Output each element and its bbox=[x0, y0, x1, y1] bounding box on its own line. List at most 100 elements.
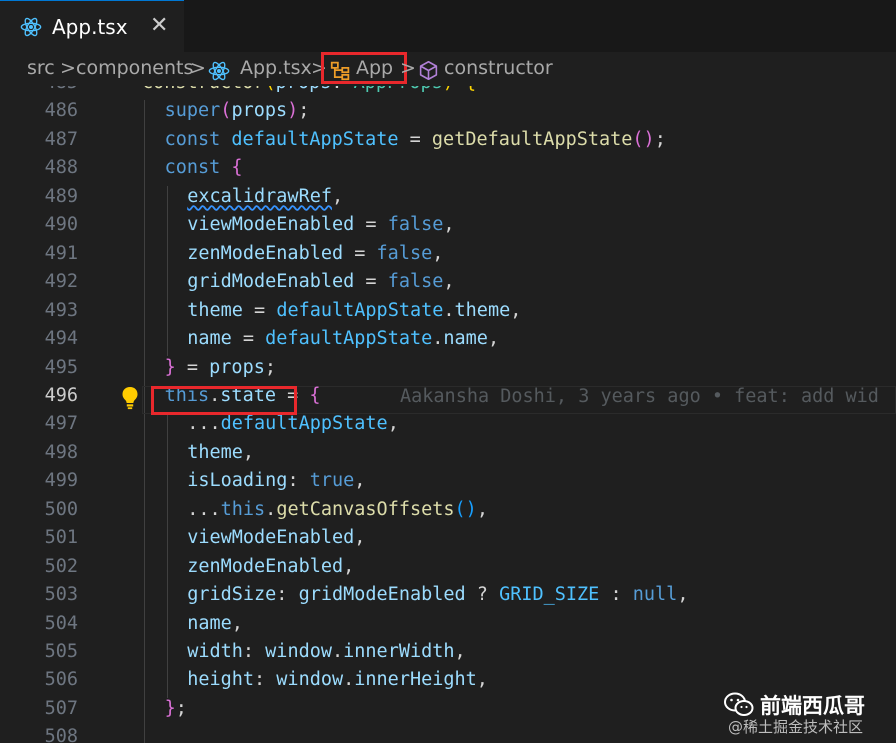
code-token: . bbox=[343, 669, 355, 691]
line-number: 499 bbox=[44, 470, 78, 492]
code-token: : bbox=[242, 641, 266, 662]
code-line: ...this.getCanvasOffsets(), bbox=[187, 499, 488, 520]
code-token: ) bbox=[287, 100, 299, 122]
breadcrumb: src > components > App.tsx > App > const… bbox=[0, 52, 896, 86]
code-editor[interactable]: 485 486 487 488 489 490 491 492 493 494 495 496 497 4… bbox=[0, 86, 896, 743]
code-line: isLoading: true, bbox=[187, 470, 365, 491]
code-token: false bbox=[387, 271, 444, 293]
line-number: 487 bbox=[44, 128, 78, 150]
code-token: innerWidth bbox=[343, 641, 455, 662]
code-token: : bbox=[287, 470, 310, 492]
code-token: GRID_SIZE bbox=[499, 584, 600, 606]
react-icon bbox=[208, 61, 230, 81]
code-token: . bbox=[332, 641, 344, 662]
line-number: 502 bbox=[44, 555, 78, 577]
code-token: ( bbox=[265, 86, 276, 93]
line-number: 490 bbox=[44, 214, 78, 236]
code-token: { bbox=[465, 86, 476, 93]
code-token: height bbox=[187, 669, 255, 691]
breadcrumb-item-app-tsx[interactable]: App.tsx bbox=[240, 57, 312, 79]
line-number: 507 bbox=[44, 697, 78, 719]
code-token: getCanvasOffsets bbox=[276, 498, 455, 520]
code-token: defaultAppState bbox=[231, 128, 399, 150]
highlight-box-this-state bbox=[151, 386, 297, 415]
breadcrumb-item-src[interactable]: src bbox=[27, 57, 55, 79]
line-number: 497 bbox=[44, 413, 78, 435]
code-token: name bbox=[187, 328, 232, 350]
code-token: = bbox=[175, 356, 210, 378]
code-token: { bbox=[231, 157, 243, 179]
line-number: 503 bbox=[44, 584, 78, 606]
code-token: = bbox=[354, 214, 388, 236]
line-number: 493 bbox=[44, 299, 78, 321]
code-token: props bbox=[209, 356, 265, 378]
code-token: ; bbox=[175, 697, 187, 719]
indent-guide bbox=[167, 413, 168, 698]
code-token: theme bbox=[187, 299, 243, 321]
line-number: 486 bbox=[44, 100, 78, 122]
code-token: , bbox=[354, 470, 366, 492]
code-token: , bbox=[443, 271, 455, 293]
code-token: = bbox=[398, 128, 432, 150]
code-token: theme bbox=[187, 441, 243, 463]
code-line: excalidrawRef, bbox=[187, 186, 343, 207]
code-token: defaultAppState bbox=[220, 413, 388, 435]
code-token: defaultAppState bbox=[265, 328, 433, 350]
watermark-site: @稀土掘金技术社区 bbox=[728, 718, 864, 736]
code-line: width: window.innerWidth, bbox=[187, 641, 465, 662]
code-line: const defaultAppState = getDefaultAppSta… bbox=[165, 129, 666, 150]
code-token: width bbox=[187, 641, 243, 662]
breadcrumb-item-components[interactable]: components bbox=[76, 57, 193, 79]
line-number: 489 bbox=[44, 185, 78, 207]
code-token: gridModeEnabled bbox=[187, 271, 355, 293]
code-line: constructor(props: AppProps) { bbox=[142, 86, 476, 93]
line-number: 488 bbox=[44, 157, 78, 179]
code-token: () bbox=[632, 128, 655, 150]
code-token: ( bbox=[220, 100, 232, 122]
code-line: theme, bbox=[187, 442, 254, 463]
code-line: theme = defaultAppState.theme, bbox=[187, 300, 521, 321]
tab-app-tsx[interactable]: App.tsx ✕ bbox=[0, 0, 184, 52]
breadcrumb-separator: > bbox=[400, 57, 416, 79]
line-number: 504 bbox=[44, 612, 78, 634]
line-number: 492 bbox=[44, 271, 78, 293]
code-line: viewModeEnabled, bbox=[187, 527, 365, 548]
breadcrumb-separator: > bbox=[190, 57, 206, 79]
code-token: , bbox=[476, 498, 488, 520]
code-line: } = props; bbox=[165, 357, 276, 378]
line-number: 494 bbox=[44, 328, 78, 350]
code-token: viewModeEnabled bbox=[187, 214, 355, 236]
lightbulb-icon[interactable] bbox=[121, 386, 139, 410]
code-line: }; bbox=[165, 698, 187, 719]
code-token: ... bbox=[187, 413, 221, 435]
code-line: gridModeEnabled = false, bbox=[187, 271, 454, 292]
code-token: excalidrawRef bbox=[187, 185, 332, 207]
code-line: height: window.innerHeight, bbox=[187, 669, 488, 690]
breadcrumb-separator: > bbox=[60, 57, 76, 79]
code-token: ? bbox=[465, 584, 500, 606]
code-token: , bbox=[231, 612, 243, 634]
code-token: ; bbox=[654, 128, 666, 150]
code-line: name = defaultAppState.name, bbox=[187, 328, 499, 349]
code-token: window bbox=[265, 641, 332, 662]
git-blame-annotation: Aakansha Doshi, 3 years ago • feat: add … bbox=[400, 386, 879, 407]
code-token: isLoading bbox=[187, 470, 288, 492]
line-number: 505 bbox=[44, 641, 78, 662]
code-token: , bbox=[677, 584, 689, 606]
code-token: , bbox=[487, 328, 500, 350]
code-token: : bbox=[599, 584, 633, 606]
code-token: () bbox=[454, 498, 477, 520]
breadcrumb-item-constructor[interactable]: constructor bbox=[444, 57, 553, 79]
code-token: gridModeEnabled bbox=[298, 584, 466, 606]
code-line: gridSize: gridModeEnabled ? GRID_SIZE : … bbox=[187, 584, 688, 605]
code-token: , bbox=[331, 185, 344, 207]
line-number: 498 bbox=[44, 441, 78, 463]
code-token: . bbox=[265, 498, 277, 520]
code-line: zenModeEnabled, bbox=[187, 556, 354, 577]
tab-title: App.tsx bbox=[52, 15, 128, 39]
code-token: = bbox=[354, 271, 388, 293]
code-token: super bbox=[164, 100, 221, 122]
code-token: null bbox=[632, 584, 678, 606]
method-cube-icon bbox=[419, 60, 438, 81]
close-icon[interactable]: ✕ bbox=[150, 13, 168, 39]
